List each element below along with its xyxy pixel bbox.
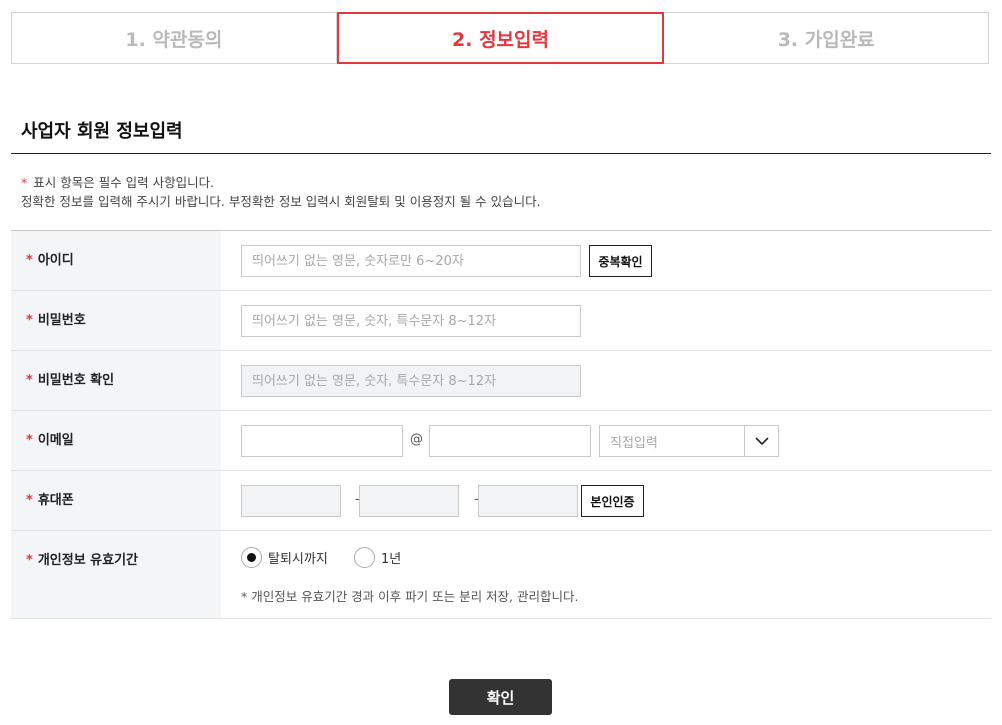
phone-part-2-input[interactable] (359, 485, 459, 517)
password-confirm-input[interactable] (241, 365, 581, 397)
phone-part-1-input[interactable] (241, 485, 341, 517)
password-input[interactable] (241, 305, 581, 337)
radio-one-year[interactable]: 1년 (354, 547, 401, 568)
email-label: * 이메일 (11, 411, 221, 470)
radio-until-withdrawal-label: 탈퇴시까지 (268, 552, 328, 567)
row-email: * 이메일 @ 직접입력 (11, 411, 991, 471)
chevron-down-icon (744, 426, 778, 456)
step-terms: 1. 약관동의 (11, 12, 337, 64)
step-complete: 3. 가입완료 (664, 12, 990, 64)
signup-steps: 1. 약관동의 2. 정보입력 3. 가입완료 (11, 12, 990, 64)
section-title: 사업자 회원 정보입력 (21, 121, 183, 142)
id-label: * 아이디 (11, 231, 221, 290)
row-password: * 비밀번호 (11, 291, 991, 351)
phone-label: * 휴대폰 (11, 471, 221, 530)
email-domain-select[interactable]: 직접입력 (599, 425, 779, 457)
email-domain-select-value: 직접입력 (610, 435, 658, 451)
email-domain-input[interactable] (429, 425, 591, 457)
duplicate-check-button[interactable]: 중복확인 (589, 245, 652, 277)
required-notice: * 표시 항목은 필수 입력 사항입니다. 정확한 정보를 입력해 주시기 바랍니… (21, 173, 541, 211)
email-local-input[interactable] (241, 425, 403, 457)
privacy-period-note: * 개인정보 유효기간 경과 이후 파기 또는 분리 저장, 관리합니다. (241, 589, 579, 604)
radio-unchecked-icon (354, 547, 375, 568)
notice-line-1: 표시 항목은 필수 입력 사항입니다. (33, 175, 215, 190)
email-at-sign: @ (410, 432, 423, 447)
phone-part-3-input[interactable] (478, 485, 578, 517)
password-confirm-label: * 비밀번호 확인 (11, 351, 221, 410)
confirm-button[interactable]: 확인 (449, 679, 552, 715)
identity-verification-button[interactable]: 본인인증 (581, 485, 644, 517)
member-info-form: *아이디 중복확인 *비밀번호 *비밀번호 확인 *이메일 @ 직접입력 (11, 230, 991, 619)
step-info-input: 2. 정보입력 (336, 12, 665, 64)
radio-until-withdrawal[interactable]: 탈퇴시까지 (241, 547, 328, 568)
row-id: *아이디 중복확인 (11, 231, 991, 291)
privacy-period-label: * 개인정보 유효기간 (11, 531, 221, 618)
notice-line-2: 정확한 정보를 입력해 주시기 바랍니다. 부정확한 정보 입력시 회원탈퇴 및… (21, 194, 541, 209)
required-star: * (21, 175, 28, 190)
id-input[interactable] (241, 245, 581, 277)
radio-checked-icon (241, 547, 262, 568)
radio-one-year-label: 1년 (381, 552, 402, 567)
password-label: * 비밀번호 (11, 291, 221, 350)
title-divider (11, 153, 991, 154)
row-privacy-period: * 개인정보 유효기간 탈퇴시까지 1년 * 개인정보 유효기간 경과 이후 파기… (11, 531, 991, 619)
row-phone: * 휴대폰 - - 본인인증 (11, 471, 991, 531)
row-password-confirm: * 비밀번호 확인 (11, 351, 991, 411)
